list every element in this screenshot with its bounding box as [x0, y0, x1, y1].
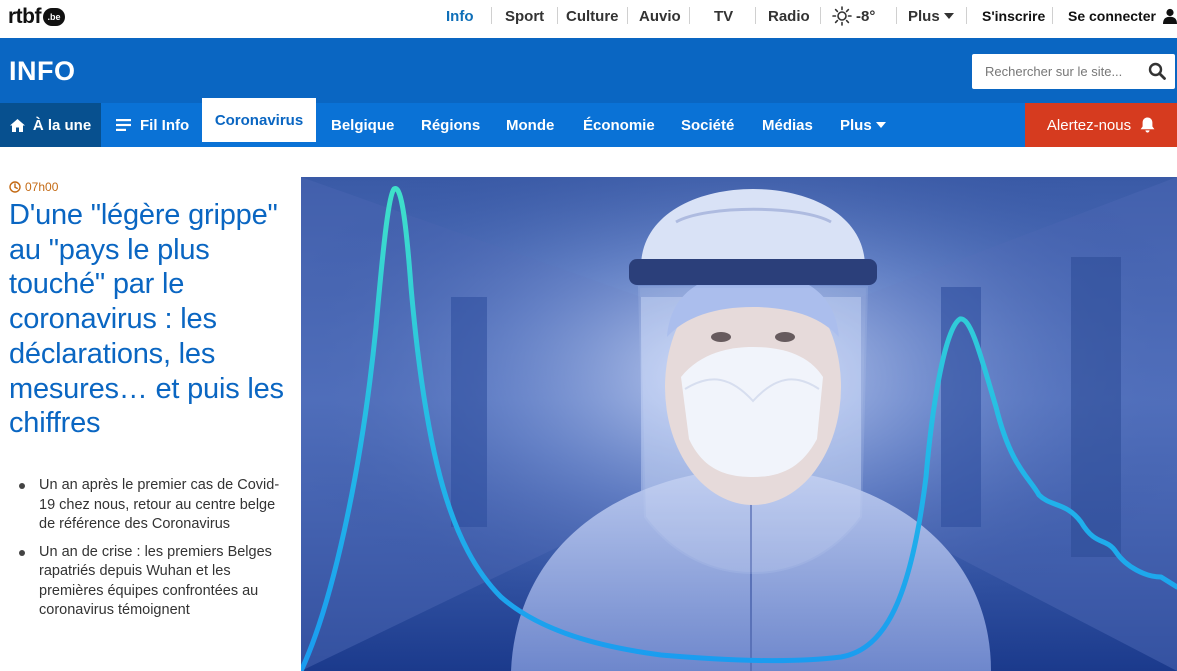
related-articles: Un an après le premier cas de Covid-19 c… — [18, 476, 288, 629]
divider — [755, 7, 756, 24]
home-icon — [9, 118, 25, 132]
related-article-link[interactable]: Un an après le premier cas de Covid-19 c… — [18, 476, 288, 535]
article-time-text: 07h00 — [25, 180, 59, 194]
divider — [966, 7, 967, 24]
article-hero-image[interactable] — [301, 177, 1177, 671]
nav-more[interactable]: Plus — [840, 103, 886, 147]
topnav-info[interactable]: Info — [446, 8, 474, 25]
topnav-radio[interactable]: Radio — [768, 8, 810, 25]
topnav-more[interactable]: Plus — [908, 0, 954, 32]
nav-home-label: À la une — [32, 116, 92, 134]
signup-link[interactable]: S'inscrire — [982, 8, 1045, 24]
rtbf-logo[interactable]: rtbf .be — [8, 5, 65, 29]
section-title[interactable]: INFO — [9, 56, 76, 87]
article-headline[interactable]: D'une "légère grippe" au "pays le plus t… — [9, 198, 294, 441]
alert-label: Alertez-nous — [1046, 116, 1132, 134]
nav-fil-info[interactable]: Fil Info — [116, 103, 189, 147]
nav-home[interactable]: À la une — [0, 103, 101, 147]
search-icon[interactable] — [1148, 62, 1166, 80]
alert-button[interactable]: Alertez-nous — [1025, 103, 1177, 147]
section-header: INFO — [0, 38, 1177, 103]
nav-coronavirus[interactable]: Coronavirus — [202, 98, 316, 142]
topnav-more-label: Plus — [908, 7, 940, 25]
bell-icon — [1140, 117, 1155, 133]
nav-regions[interactable]: Régions — [421, 103, 480, 147]
login-link[interactable]: Se connecter — [1068, 8, 1156, 24]
divider — [627, 7, 628, 24]
temperature: -8° — [856, 7, 876, 25]
weather-widget[interactable]: -8° — [832, 0, 875, 32]
topnav-tv[interactable]: TV — [714, 8, 733, 25]
top-bar: rtbf .be Info Sport Culture Auvio TV Rad… — [0, 0, 1177, 38]
nav-more-label: Plus — [840, 116, 872, 134]
main-navigation: À la une Fil Info Coronavirus Belgique R… — [0, 98, 1177, 147]
divider — [896, 7, 897, 24]
topnav-auvio[interactable]: Auvio — [639, 8, 681, 25]
divider — [557, 7, 558, 24]
nav-medias[interactable]: Médias — [762, 103, 813, 147]
caret-down-icon — [943, 13, 954, 19]
logo-text: rtbf — [8, 5, 42, 28]
user-account-button[interactable] — [1163, 0, 1177, 32]
article-time: 07h00 — [9, 180, 58, 194]
sun-icon — [832, 6, 852, 26]
nav-economie[interactable]: Économie — [583, 103, 655, 147]
nav-monde[interactable]: Monde — [506, 103, 554, 147]
logo-badge: .be — [43, 8, 65, 26]
divider — [820, 7, 821, 24]
nav-societe[interactable]: Société — [681, 103, 734, 147]
list-icon — [116, 119, 131, 131]
divider — [491, 7, 492, 24]
topnav-culture[interactable]: Culture — [566, 8, 619, 25]
search-box — [972, 54, 1175, 89]
related-article-link[interactable]: Un an de crise : les premiers Belges rap… — [18, 543, 288, 621]
topnav-sport[interactable]: Sport — [505, 8, 544, 25]
nav-fil-info-label: Fil Info — [140, 116, 190, 134]
divider — [689, 7, 690, 24]
nav-belgique[interactable]: Belgique — [331, 103, 394, 147]
search-input[interactable] — [985, 64, 1145, 79]
hero-illustration — [301, 177, 1177, 671]
clock-icon — [9, 181, 21, 193]
divider — [1052, 7, 1053, 24]
caret-down-icon — [875, 122, 886, 128]
user-icon — [1163, 8, 1177, 24]
